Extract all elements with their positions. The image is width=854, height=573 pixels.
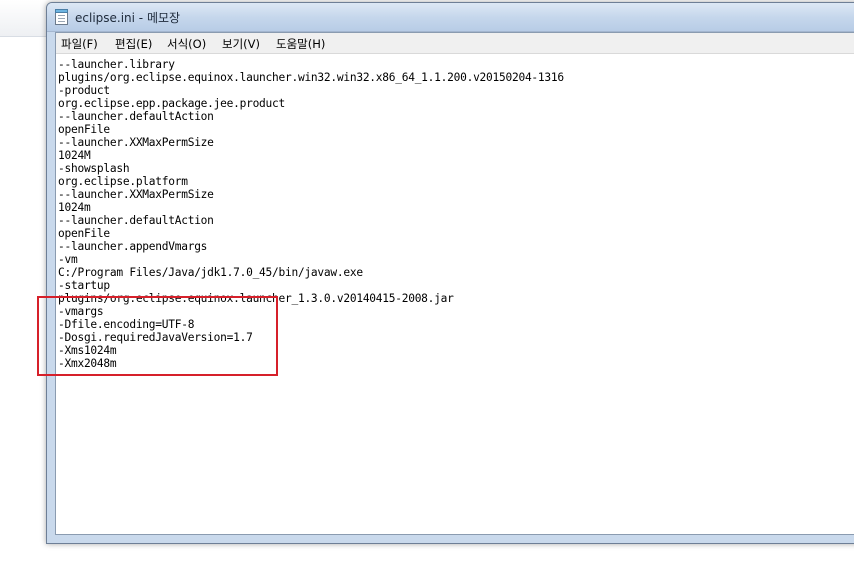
text-line: 1024M	[58, 149, 91, 162]
menu-file[interactable]: 파일(F)	[61, 36, 98, 52]
text-line: --launcher.defaultAction	[58, 110, 214, 123]
menu-view[interactable]: 보기(V)	[222, 36, 260, 52]
text-line: -vm	[58, 253, 78, 266]
text-line: -Dosgi.requiredJavaVersion=1.7	[58, 331, 253, 344]
text-line: C:/Program Files/Java/jdk1.7.0_45/bin/ja…	[58, 266, 363, 279]
text-line: openFile	[58, 227, 110, 240]
text-line: -Dfile.encoding=UTF-8	[58, 318, 195, 331]
text-line: -showsplash	[58, 162, 130, 175]
text-line: plugins/org.eclipse.equinox.launcher_1.3…	[58, 292, 454, 305]
notepad-icon[interactable]	[55, 9, 68, 25]
client-area: 파일(F) 편집(E) 서식(O) 보기(V) 도움말(H) --launche…	[55, 32, 854, 535]
notepad-window: eclipse.ini - 메모장 파일(F) 편집(E) 서식(O) 보기(V…	[46, 2, 854, 544]
title-bar[interactable]: eclipse.ini - 메모장	[47, 3, 854, 32]
text-editor[interactable]: --launcher.library plugins/org.eclipse.eq…	[56, 54, 854, 534]
text-line: org.eclipse.epp.package.jee.product	[58, 97, 285, 110]
menu-bar: 파일(F) 편집(E) 서식(O) 보기(V) 도움말(H)	[56, 33, 854, 54]
text-line: -startup	[58, 279, 110, 292]
text-line: --launcher.XXMaxPermSize	[58, 188, 214, 201]
text-line: org.eclipse.platform	[58, 175, 188, 188]
text-line: --launcher.library	[58, 58, 175, 71]
text-line: openFile	[58, 123, 110, 136]
text-line: plugins/org.eclipse.equinox.launcher.win…	[58, 71, 564, 84]
menu-format[interactable]: 서식(O)	[167, 36, 206, 52]
window-title: eclipse.ini - 메모장	[75, 11, 181, 25]
text-line: -product	[58, 84, 110, 97]
text-line: --launcher.defaultAction	[58, 214, 214, 227]
text-line: 1024m	[58, 201, 91, 214]
menu-edit[interactable]: 편집(E)	[115, 36, 152, 52]
text-line: -Xms1024m	[58, 344, 117, 357]
menu-help[interactable]: 도움말(H)	[276, 36, 325, 52]
text-line: --launcher.XXMaxPermSize	[58, 136, 214, 149]
text-line: -vmargs	[58, 305, 104, 318]
text-line: -Xmx2048m	[58, 357, 117, 370]
text-line: --launcher.appendVmargs	[58, 240, 208, 253]
